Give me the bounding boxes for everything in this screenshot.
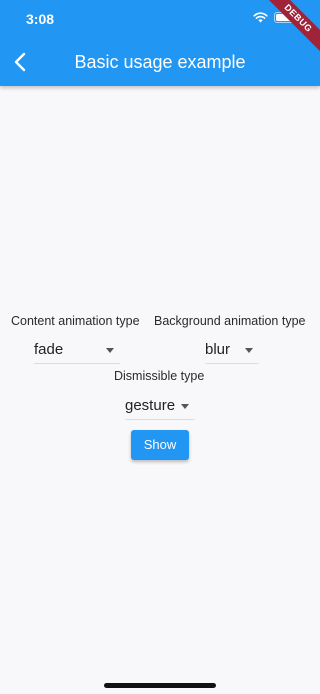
- background-animation-value: blur: [205, 341, 231, 358]
- caret-down-icon: [106, 348, 114, 353]
- content-animation-label: Content animation type: [11, 314, 140, 328]
- background-animation-dropdown[interactable]: blur: [205, 337, 259, 364]
- content-animation-dropdown[interactable]: fade: [34, 337, 120, 364]
- dismissible-value: gesture: [125, 397, 176, 414]
- show-button[interactable]: Show: [131, 430, 189, 460]
- caret-down-icon: [181, 404, 189, 409]
- app-bar: 3:08 Basic usage example DEBUG: [0, 0, 320, 86]
- page-title: Basic usage example: [74, 52, 246, 72]
- dismissible-label: Dismissible type: [114, 369, 205, 383]
- caret-down-icon: [245, 348, 253, 353]
- dismissible-dropdown[interactable]: gesture: [125, 393, 195, 420]
- wifi-icon: [253, 12, 268, 23]
- content-animation-value: fade: [34, 341, 64, 358]
- home-indicator: [104, 683, 216, 688]
- status-time: 3:08: [26, 11, 55, 27]
- background-animation-label: Background animation type: [154, 314, 306, 328]
